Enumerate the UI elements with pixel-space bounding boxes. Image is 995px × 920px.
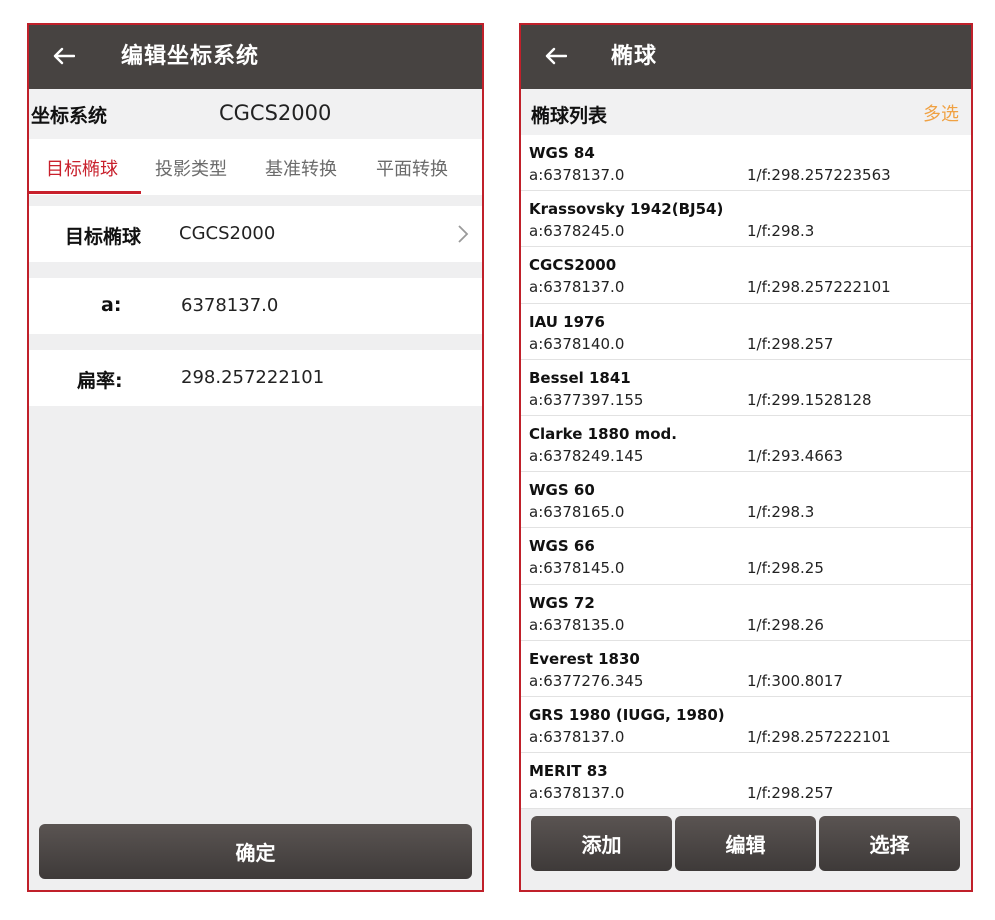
ellipsoid-semi-major-axis: a:6378165.0 bbox=[529, 503, 625, 522]
list-item[interactable]: Clarke 1880 mod. a:6378249.145 1/f:293.466… bbox=[521, 416, 971, 473]
flattening-row: 扁率: 298.257222101 bbox=[29, 350, 482, 406]
semi-major-axis-row: a: 6378137.0 bbox=[29, 278, 482, 334]
ellipsoid-semi-major-axis: a:6378140.0 bbox=[529, 334, 625, 353]
app-bar: 椭球 bbox=[521, 25, 971, 89]
ellipsoid-inverse-flattening: 1/f:298.257223563 bbox=[747, 166, 891, 184]
list-item[interactable]: IAU 1976 a:6378140.0 1/f:298.257 bbox=[521, 304, 971, 360]
ellipsoid-name: MERIT 83 bbox=[529, 762, 608, 781]
ellipsoid-name: GRS 1980 (IUGG, 1980) bbox=[529, 705, 725, 724]
ellipsoid-inverse-flattening: 1/f:298.257 bbox=[747, 334, 834, 353]
chevron-right-icon bbox=[458, 225, 469, 243]
ellipsoid-inverse-flattening: 1/f:298.257222101 bbox=[747, 278, 891, 297]
ellipsoid-inverse-flattening: 1/f:299.1528128 bbox=[747, 390, 872, 409]
confirm-button[interactable]: 确定 bbox=[39, 824, 472, 879]
list-item[interactable]: Everest 1830 a:6377276.345 1/f:300.8017 bbox=[521, 641, 971, 697]
ellipsoid-inverse-flattening: 1/f:298.26 bbox=[747, 615, 824, 634]
a-value: 6378137.0 bbox=[181, 295, 279, 316]
coordinate-system-row: 坐标系统 CGCS2000 bbox=[29, 89, 482, 139]
ellipsoid-inverse-flattening: 1/f:298.257 bbox=[747, 784, 834, 803]
ellipsoid-inverse-flattening: 1/f:293.4663 bbox=[747, 446, 843, 465]
list-item[interactable]: WGS 66 a:6378145.0 1/f:298.25 bbox=[521, 528, 971, 585]
ellipsoid-semi-major-axis: a:6378245.0 bbox=[529, 222, 625, 241]
ellipsoid-name: WGS 60 bbox=[529, 481, 595, 500]
ellipsoid-name: Everest 1830 bbox=[529, 649, 640, 668]
edit-coordinate-system-screen: 编辑坐标系统 坐标系统 CGCS2000 目标椭球 投影类型 基准转换 平面转换… bbox=[27, 23, 484, 892]
arrow-left-icon bbox=[545, 47, 567, 65]
tab-target-ellipsoid[interactable]: 目标椭球 bbox=[46, 155, 118, 181]
ellipsoid-inverse-flattening: 1/f:298.257222101 bbox=[747, 727, 891, 746]
list-item[interactable]: WGS 60 a:6378165.0 1/f:298.3 bbox=[521, 472, 971, 529]
tab-projection-type[interactable]: 投影类型 bbox=[155, 155, 227, 181]
select-button[interactable]: 选择 bbox=[819, 816, 960, 871]
tab-datum-transform[interactable]: 基准转换 bbox=[265, 155, 337, 181]
ellipsoid-list-screen: 椭球 椭球列表 多选 WGS 84 a:6378137.0 1/f:298.2572… bbox=[519, 23, 973, 892]
list-item[interactable]: Krassovsky 1942(BJ54) a:6378245.0 1/f:298.… bbox=[521, 191, 971, 248]
ellipsoid-semi-major-axis: a:6378135.0 bbox=[529, 615, 625, 634]
ellipsoid-name: IAU 1976 bbox=[529, 312, 605, 331]
ellipsoid-inverse-flattening: 1/f:300.8017 bbox=[747, 671, 843, 690]
page-title: 椭球 bbox=[611, 44, 658, 69]
list-item[interactable]: WGS 72 a:6378135.0 1/f:298.26 bbox=[521, 585, 971, 641]
list-item[interactable]: Bessel 1841 a:6377397.155 1/f:299.1528128 bbox=[521, 360, 971, 416]
list-item[interactable]: GRS 1980 (IUGG, 1980) a:6378137.0 1/f:298.… bbox=[521, 697, 971, 754]
active-tab-indicator bbox=[29, 191, 141, 194]
action-bar: 添加 编辑 选择 bbox=[521, 809, 971, 890]
list-item[interactable]: CGCS2000 a:6378137.0 1/f:298.257222101 bbox=[521, 247, 971, 304]
tab-plane-transform[interactable]: 平面转换 bbox=[376, 155, 448, 181]
ellipsoid-semi-major-axis: a:6378249.145 bbox=[529, 446, 644, 465]
page-title: 编辑坐标系统 bbox=[121, 44, 260, 69]
ellipsoid-inverse-flattening: 1/f:298.3 bbox=[747, 222, 815, 241]
ellipsoid-semi-major-axis: a:6378145.0 bbox=[529, 559, 625, 578]
coordinate-system-label: 坐标系统 bbox=[31, 105, 108, 127]
ellipsoid-semi-major-axis: a:6378137.0 bbox=[529, 278, 625, 297]
list-header: 椭球列表 多选 bbox=[521, 89, 971, 135]
arrow-left-icon bbox=[53, 47, 75, 65]
ellipsoid-name: Bessel 1841 bbox=[529, 368, 631, 387]
multi-select-button[interactable]: 多选 bbox=[923, 100, 959, 126]
ellipsoid-inverse-flattening: 1/f:298.3 bbox=[747, 503, 815, 522]
ellipsoid-semi-major-axis: a:6378137.0 bbox=[529, 784, 625, 803]
ellipsoid-list: WGS 84 a:6378137.0 1/f:298.257223563 Krasso… bbox=[521, 135, 971, 811]
back-button[interactable] bbox=[49, 41, 79, 71]
ellipsoid-semi-major-axis: a:6378137.0 bbox=[529, 727, 625, 746]
target-ellipsoid-label: 目标椭球 bbox=[65, 226, 142, 248]
a-label: a: bbox=[101, 294, 122, 316]
ellipsoid-semi-major-axis: a:6378137.0 bbox=[529, 166, 625, 184]
back-button[interactable] bbox=[541, 41, 571, 71]
target-ellipsoid-value: CGCS2000 bbox=[179, 223, 276, 244]
ellipsoid-semi-major-axis: a:6377397.155 bbox=[529, 390, 644, 409]
target-ellipsoid-row[interactable]: 目标椭球 CGCS2000 bbox=[29, 206, 482, 262]
coordinate-system-value: CGCS2000 bbox=[219, 101, 332, 125]
ellipsoid-name: WGS 66 bbox=[529, 537, 595, 556]
add-button[interactable]: 添加 bbox=[531, 816, 672, 871]
ellipsoid-inverse-flattening: 1/f:298.25 bbox=[747, 559, 824, 578]
edit-button[interactable]: 编辑 bbox=[675, 816, 816, 871]
ellipsoid-name: CGCS2000 bbox=[529, 256, 617, 275]
flattening-label: 扁率: bbox=[77, 370, 123, 392]
ellipsoid-name: Clarke 1880 mod. bbox=[529, 424, 677, 443]
ellipsoid-name: WGS 84 bbox=[529, 144, 595, 162]
list-item[interactable]: WGS 84 a:6378137.0 1/f:298.257223563 bbox=[521, 135, 971, 192]
app-bar: 编辑坐标系统 bbox=[29, 25, 482, 89]
ellipsoid-name: Krassovsky 1942(BJ54) bbox=[529, 200, 724, 219]
ellipsoid-semi-major-axis: a:6377276.345 bbox=[529, 671, 644, 690]
settings-tabs: 目标椭球 投影类型 基准转换 平面转换 bbox=[29, 139, 482, 195]
ellipsoid-name: WGS 72 bbox=[529, 593, 595, 612]
flattening-value: 298.257222101 bbox=[181, 367, 325, 388]
list-item[interactable]: MERIT 83 a:6378137.0 1/f:298.257 bbox=[521, 753, 971, 810]
ellipsoid-list-title: 椭球列表 bbox=[531, 105, 608, 127]
